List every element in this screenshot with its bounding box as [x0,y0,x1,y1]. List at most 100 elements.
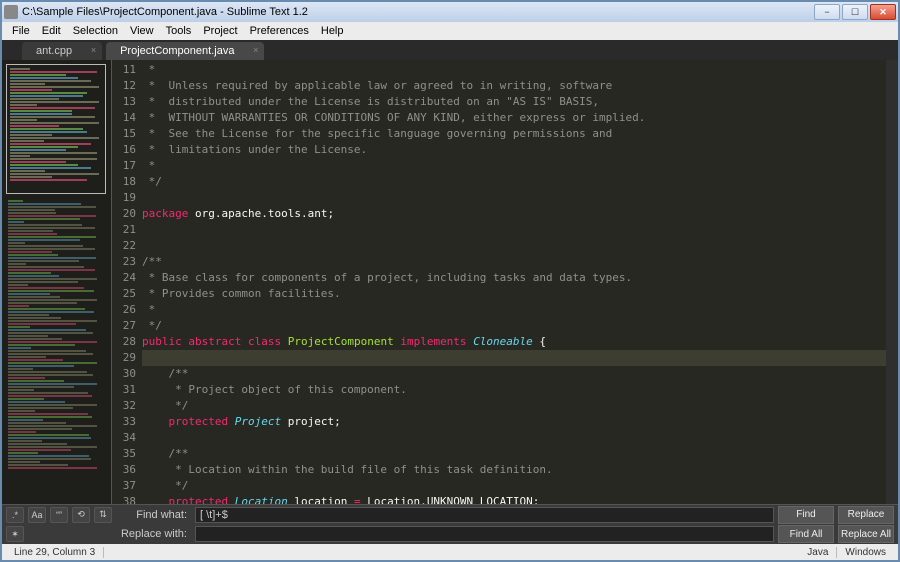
code-line[interactable]: /** [142,446,886,462]
replace-button[interactable]: Replace [838,506,894,524]
line-number: 20 [112,206,142,222]
menubar: FileEditSelectionViewToolsProjectPrefere… [2,22,898,40]
maximize-button[interactable]: ☐ [842,4,868,20]
code-line[interactable]: * Base class for components of a project… [142,270,886,286]
line-number: 29 [112,350,142,366]
app-window: C:\Sample Files\ProjectComponent.java - … [0,0,900,562]
line-number: 32 [112,398,142,414]
code-line[interactable] [142,190,886,206]
window-buttons: − ☐ ✕ [814,4,896,20]
code-line[interactable] [142,430,886,446]
code-line[interactable]: * Provides common facilities. [142,286,886,302]
line-number: 25 [112,286,142,302]
vertical-scrollbar[interactable] [886,60,898,504]
line-number: 31 [112,382,142,398]
line-number: 19 [112,190,142,206]
tab-projectcomponent-java[interactable]: ProjectComponent.java × [106,42,264,60]
wrap-toggle[interactable]: ⟲ [72,507,90,523]
tab-label: ProjectComponent.java [120,45,234,57]
whole-word-toggle[interactable]: “” [50,507,68,523]
minimap-viewport[interactable] [6,64,106,194]
menu-project[interactable]: Project [197,25,243,37]
line-number: 38 [112,494,142,504]
line-number: 18 [112,174,142,190]
code-line[interactable]: * WITHOUT WARRANTIES OR CONDITIONS OF AN… [142,110,886,126]
highlight-toggle[interactable]: ✶ [6,526,24,542]
code-editor[interactable]: 1112131415161718192021222324252627282930… [112,60,898,504]
regex-toggle[interactable]: .* [6,507,24,523]
line-number: 12 [112,78,142,94]
app-icon [4,5,18,19]
tabbar: ant.cpp × ProjectComponent.java × [2,40,898,60]
find-label: Find what: [116,509,191,521]
line-gutter: 1112131415161718192021222324252627282930… [112,60,142,504]
case-toggle[interactable]: Aa [28,507,46,523]
replace-label: Replace with: [116,528,191,540]
minimize-button[interactable]: − [814,4,840,20]
minimap[interactable] [2,60,112,504]
tab-close-icon[interactable]: × [91,45,96,55]
line-number: 27 [112,318,142,334]
code-line[interactable]: * [142,158,886,174]
status-syntax[interactable]: Java [799,547,837,558]
code-line[interactable]: */ [142,478,886,494]
line-number: 21 [112,222,142,238]
code-line[interactable]: */ [142,174,886,190]
find-replace-panel: .* Aa “” ⟲ ⇅ Find what: Find Replace ✶ R… [2,504,898,544]
code-line[interactable]: /** [142,254,886,270]
code-line[interactable]: * limitations under the License. [142,142,886,158]
line-number: 16 [112,142,142,158]
line-number: 17 [112,158,142,174]
line-number: 23 [112,254,142,270]
menu-tools[interactable]: Tools [160,25,198,37]
menu-file[interactable]: File [6,25,36,37]
code-line[interactable]: * Project object of this component. [142,382,886,398]
find-all-button[interactable]: Find All [778,525,834,543]
replace-row: ✶ Replace with: Find All Replace All [2,525,898,545]
code-line[interactable]: protected Location location = Location.U… [142,494,886,504]
tab-ant-cpp[interactable]: ant.cpp × [22,42,102,60]
menu-view[interactable]: View [124,25,160,37]
code-line[interactable]: * [142,62,886,78]
code-line[interactable]: protected Project project; [142,414,886,430]
code-line[interactable] [142,222,886,238]
code-line[interactable]: * [142,302,886,318]
line-number: 36 [112,462,142,478]
line-number: 34 [112,430,142,446]
code-line[interactable] [142,350,886,366]
code-line[interactable]: * Location within the build file of this… [142,462,886,478]
code-line[interactable]: package org.apache.tools.ant; [142,206,886,222]
titlebar[interactable]: C:\Sample Files\ProjectComponent.java - … [2,2,898,22]
replace-input[interactable] [195,526,774,542]
tab-label: ant.cpp [36,45,72,57]
line-number: 28 [112,334,142,350]
code-line[interactable] [142,238,886,254]
code-line[interactable]: /** [142,366,886,382]
line-number: 30 [112,366,142,382]
menu-help[interactable]: Help [315,25,350,37]
tab-close-icon[interactable]: × [253,45,258,55]
window-title: C:\Sample Files\ProjectComponent.java - … [22,6,814,18]
code-line[interactable]: * See the License for the specific langu… [142,126,886,142]
status-position[interactable]: Line 29, Column 3 [6,547,104,558]
menu-preferences[interactable]: Preferences [244,25,315,37]
line-number: 35 [112,446,142,462]
status-line-endings[interactable]: Windows [837,547,894,558]
line-number: 11 [112,62,142,78]
code-line[interactable]: * Unless required by applicable law or a… [142,78,886,94]
menu-selection[interactable]: Selection [67,25,124,37]
code-content[interactable]: * * Unless required by applicable law or… [142,60,886,504]
line-number: 26 [112,302,142,318]
find-input[interactable] [195,507,774,523]
code-line[interactable]: public abstract class ProjectComponent i… [142,334,886,350]
line-number: 37 [112,478,142,494]
replace-all-button[interactable]: Replace All [838,525,894,543]
code-line[interactable]: */ [142,398,886,414]
close-button[interactable]: ✕ [870,4,896,20]
in-selection-toggle[interactable]: ⇅ [94,507,112,523]
code-line[interactable]: */ [142,318,886,334]
menu-edit[interactable]: Edit [36,25,67,37]
find-button[interactable]: Find [778,506,834,524]
code-line[interactable]: * distributed under the License is distr… [142,94,886,110]
editor-area: 1112131415161718192021222324252627282930… [2,60,898,504]
